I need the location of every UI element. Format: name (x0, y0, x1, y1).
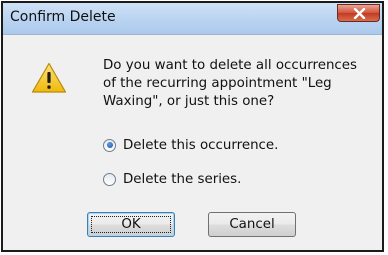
radio-label: Delete the series. (123, 171, 242, 187)
message-line: Do you want to delete all occurrences (103, 58, 358, 73)
window-title: Confirm Delete (10, 9, 116, 25)
ok-button[interactable]: OK (87, 212, 175, 237)
close-x-icon (353, 8, 366, 19)
message-line: Waxing", or just this one? (103, 94, 275, 109)
message-line: of the recurring appointment "Leg (103, 76, 332, 91)
cancel-button[interactable]: Cancel (208, 212, 296, 237)
radio-label: Delete this occurrence. (123, 137, 279, 153)
ok-button-label: OK (91, 216, 171, 233)
dialog-body: Do you want to delete all occurrences of… (3, 35, 382, 250)
close-button[interactable] (337, 4, 380, 22)
dialog-message: Do you want to delete all occurrences of… (103, 57, 375, 111)
cancel-button-label: Cancel (229, 217, 275, 232)
radio-button-selected[interactable] (103, 138, 116, 152)
title-bar[interactable]: Confirm Delete (3, 3, 382, 35)
dialog-window: Confirm Delete Do you want to delete all… (1, 1, 384, 252)
radio-delete-occurrence[interactable]: Delete this occurrence. (103, 136, 278, 154)
warning-icon (31, 62, 67, 93)
radio-delete-series[interactable]: Delete the series. (103, 170, 241, 188)
radio-button[interactable] (103, 172, 116, 186)
